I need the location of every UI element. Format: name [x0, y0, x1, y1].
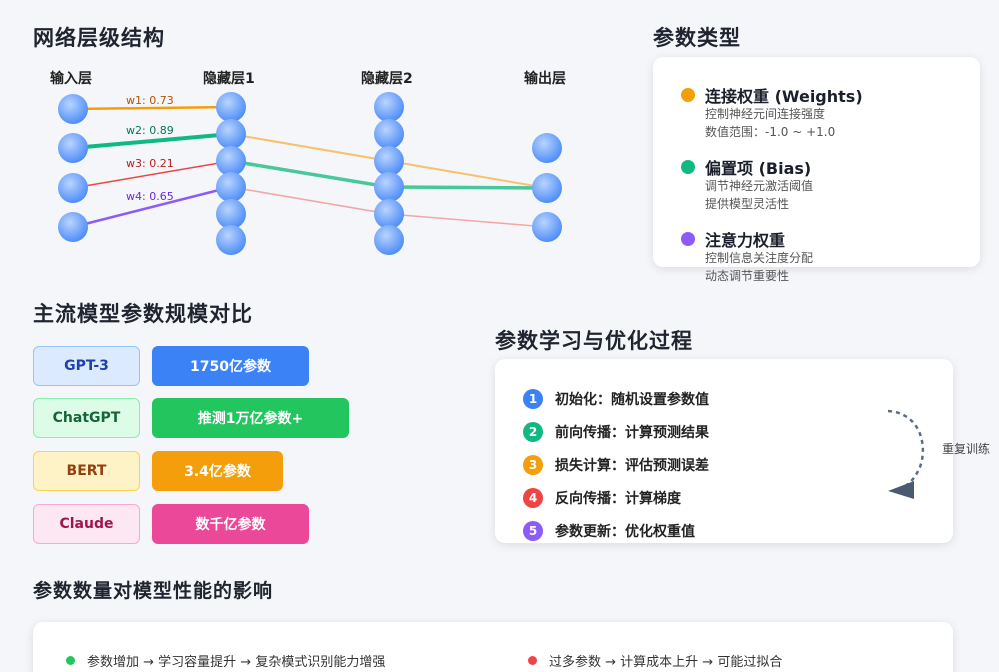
impact-negative-dot — [528, 656, 537, 665]
impact-positive-dot — [66, 656, 75, 665]
layer-label-input: 输入层 — [50, 71, 92, 87]
type-attention-title: 注意力权重 — [705, 231, 786, 250]
connection-line — [72, 105, 232, 111]
attention-dot — [681, 232, 695, 246]
models-title: 主流模型参数规模对比 — [33, 302, 253, 326]
param-types-title: 参数类型 — [653, 26, 741, 50]
step-2: 2 前向传播：计算预测结果 — [523, 421, 709, 443]
neuron-hidden2 — [374, 199, 404, 229]
step-5: 5 参数更新：优化权重值 — [523, 520, 695, 542]
model-params-chatgpt: 推测1万亿参数+ — [152, 398, 349, 438]
step-4: 4 反向传播：计算梯度 — [523, 487, 681, 509]
neuron-hidden2 — [374, 172, 404, 202]
impact-title: 参数数量对模型性能的影响 — [33, 580, 274, 602]
step-3: 3 损失计算：评估预测误差 — [523, 454, 709, 476]
cycle-arrow-icon — [887, 409, 925, 499]
neuron-hidden2 — [374, 146, 404, 176]
step-3-number: 3 — [523, 455, 543, 475]
neuron-hidden2 — [374, 92, 404, 122]
learning-title: 参数学习与优化过程 — [495, 329, 693, 353]
model-name-claude: Claude — [33, 504, 140, 544]
neuron-hidden1 — [216, 146, 246, 176]
step-2-number: 2 — [523, 422, 543, 442]
step-5-text: 参数更新：优化权重值 — [555, 524, 695, 540]
step-1-text: 初始化：随机设置参数值 — [555, 392, 709, 408]
step-1-number: 1 — [523, 389, 543, 409]
network-diagram: w1: 0.73 w2: 0.89 w3: 0.21 w4: 0.65 — [58, 92, 562, 255]
neuron-input — [58, 173, 88, 203]
neuron-hidden1 — [216, 199, 246, 229]
connection-line — [230, 133, 390, 162]
neuron-output — [532, 133, 562, 163]
impact-negative-text: 过多参数 → 计算成本上升 → 可能过拟合 — [549, 655, 783, 670]
impact-negative: 过多参数 → 计算成本上升 → 可能过拟合 — [528, 651, 782, 670]
connection-line — [388, 185, 548, 190]
step-1: 1 初始化：随机设置参数值 — [523, 388, 709, 410]
neuron-hidden2 — [374, 119, 404, 149]
impact-positive: 参数增加 → 学习容量提升 → 复杂模式识别能力增强 — [66, 651, 385, 670]
type-attention-desc1: 控制信息关注度分配 — [705, 251, 814, 265]
neuron-output — [532, 212, 562, 242]
type-bias-desc1: 调节神经元激活阈值 — [705, 179, 814, 193]
param-types-card: 连接权重 (Weights) 控制神经元间连接强度 数值范围：-1.0 ~ +1… — [653, 57, 980, 283]
type-weights-desc2: 数值范围：-1.0 ~ +1.0 — [705, 125, 836, 139]
layer-label-hidden2: 隐藏层2 — [361, 71, 413, 87]
weight-label: w4: 0.65 — [126, 190, 174, 203]
type-bias-title: 偏置项 (Bias) — [705, 159, 812, 178]
impact-positive-text: 参数增加 → 学习容量提升 → 复杂模式识别能力增强 — [87, 655, 386, 670]
type-weights-title: 连接权重 (Weights) — [705, 87, 863, 106]
type-attention-desc2: 动态调节重要性 — [705, 269, 790, 283]
model-params-claude: 数千亿参数 — [152, 504, 309, 544]
layer-label-hidden1: 隐藏层1 — [203, 71, 255, 87]
model-name-chatgpt: ChatGPT — [33, 398, 140, 438]
network-title: 网络层级结构 — [33, 26, 165, 50]
step-4-number: 4 — [523, 488, 543, 508]
step-5-number: 5 — [523, 521, 543, 541]
neuron-hidden1 — [216, 92, 246, 122]
connection-line — [388, 213, 548, 228]
type-bias-desc2: 提供模型灵活性 — [705, 197, 790, 211]
bias-dot — [681, 160, 695, 174]
neuron-hidden1 — [216, 119, 246, 149]
step-4-text: 反向传播：计算梯度 — [555, 491, 681, 507]
neuron-hidden2 — [374, 225, 404, 255]
connection-line — [230, 159, 390, 189]
weight-label: w1: 0.73 — [126, 94, 174, 107]
neuron-input — [58, 212, 88, 242]
step-3-text: 损失计算：评估预测误差 — [555, 458, 709, 474]
model-params-gpt3: 1750亿参数 — [152, 346, 309, 386]
neuron-hidden1 — [216, 172, 246, 202]
weights-dot — [681, 88, 695, 102]
layer-label-output: 输出层 — [524, 71, 566, 87]
cycle-label: 重复训练 — [942, 442, 991, 456]
weight-label: w2: 0.89 — [126, 124, 174, 137]
neuron-hidden1 — [216, 225, 246, 255]
neuron-input — [58, 133, 88, 163]
type-weights-desc1: 控制神经元间连接强度 — [705, 107, 826, 121]
neuron-output — [532, 173, 562, 203]
connection-line — [388, 160, 548, 189]
model-name-gpt3: GPT-3 — [33, 346, 140, 386]
neuron-input — [58, 94, 88, 124]
model-params-bert: 3.4亿参数 — [152, 451, 283, 491]
model-name-bert: BERT — [33, 451, 140, 491]
step-2-text: 前向传播：计算预测结果 — [555, 425, 709, 441]
weight-label: w3: 0.21 — [126, 157, 174, 170]
connection-line — [230, 186, 390, 215]
